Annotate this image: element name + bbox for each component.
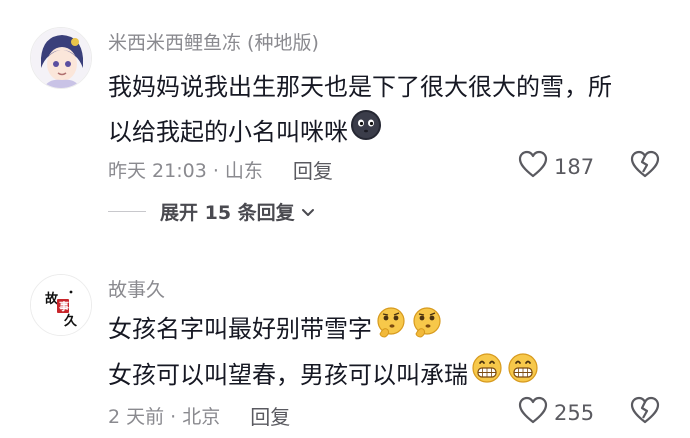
username[interactable]: 米西米西鲤鱼冻 (种地版) (108, 28, 319, 55)
comment-item: 米西米西鲤鱼冻 (种地版) 我妈妈说我出生那天也是下了很大很大的雪，所 以给我起… (0, 0, 690, 260)
avatar[interactable]: 故 事 久 (30, 274, 92, 336)
comment-line: 女孩可以叫望春，男孩可以叫承瑞 (108, 352, 660, 398)
grinning-emoji-icon (506, 352, 540, 398)
dark-blob-emoji-icon (350, 109, 382, 155)
time-location: 昨天 21:03 · 山东 (108, 160, 263, 182)
username[interactable]: 故事久 (108, 275, 165, 302)
comment-meta: 昨天 21:03 · 山东 回复 (108, 155, 333, 184)
broken-heart-icon (630, 396, 660, 428)
svg-text:久: 久 (64, 313, 78, 329)
anime-character-avatar-icon (31, 28, 91, 88)
reply-button[interactable]: 回复 (250, 401, 290, 430)
svg-text:事: 事 (59, 300, 69, 313)
divider-line (108, 211, 146, 212)
heart-icon (518, 150, 548, 183)
like-button[interactable]: 187 (518, 150, 594, 183)
expand-replies-button[interactable]: 展开 15 条回复 (108, 198, 315, 225)
like-count: 187 (554, 154, 595, 179)
chevron-down-icon (301, 201, 315, 223)
comment-meta: 2 天前 · 北京 回复 (108, 401, 290, 430)
heart-icon (518, 396, 548, 429)
comment-text: 女孩名字叫最好别带雪字 女孩可以叫望春，男孩可以叫承瑞 (108, 306, 660, 398)
avatar[interactable] (30, 27, 92, 89)
comment-line: 以给我起的小名叫咪咪 (108, 109, 660, 155)
comment-item: 故 事 久 故事久 女孩名字叫最好别带雪字 女孩可以叫望春，男孩可以叫承瑞 2 … (0, 260, 690, 438)
like-count: 255 (554, 400, 595, 425)
calligraphy-seal-avatar-icon: 故 事 久 (31, 275, 91, 335)
dislike-button[interactable] (630, 150, 660, 182)
reply-button[interactable]: 回复 (293, 155, 333, 184)
thinking-emoji-icon (374, 306, 408, 352)
like-button[interactable]: 255 (518, 396, 594, 429)
comment-line: 我妈妈说我出生那天也是下了很大很大的雪，所 (108, 73, 612, 101)
expand-replies-label: 展开 15 条回复 (160, 202, 295, 224)
grinning-emoji-icon (470, 352, 504, 398)
avatar-text: 故 (45, 291, 59, 307)
time-location: 2 天前 · 北京 (108, 406, 221, 428)
thinking-emoji-icon (410, 306, 444, 352)
dislike-button[interactable] (630, 396, 660, 428)
broken-heart-icon (630, 150, 660, 182)
comment-line: 女孩名字叫最好别带雪字 (108, 306, 660, 352)
comment-line-text: 女孩可以叫望春，男孩可以叫承瑞 (108, 360, 468, 389)
comment-line-text: 以给我起的小名叫咪咪 (108, 117, 348, 146)
comment-text: 我妈妈说我出生那天也是下了很大很大的雪，所 以给我起的小名叫咪咪 (108, 66, 660, 155)
comment-line-text: 女孩名字叫最好别带雪字 (108, 314, 372, 343)
